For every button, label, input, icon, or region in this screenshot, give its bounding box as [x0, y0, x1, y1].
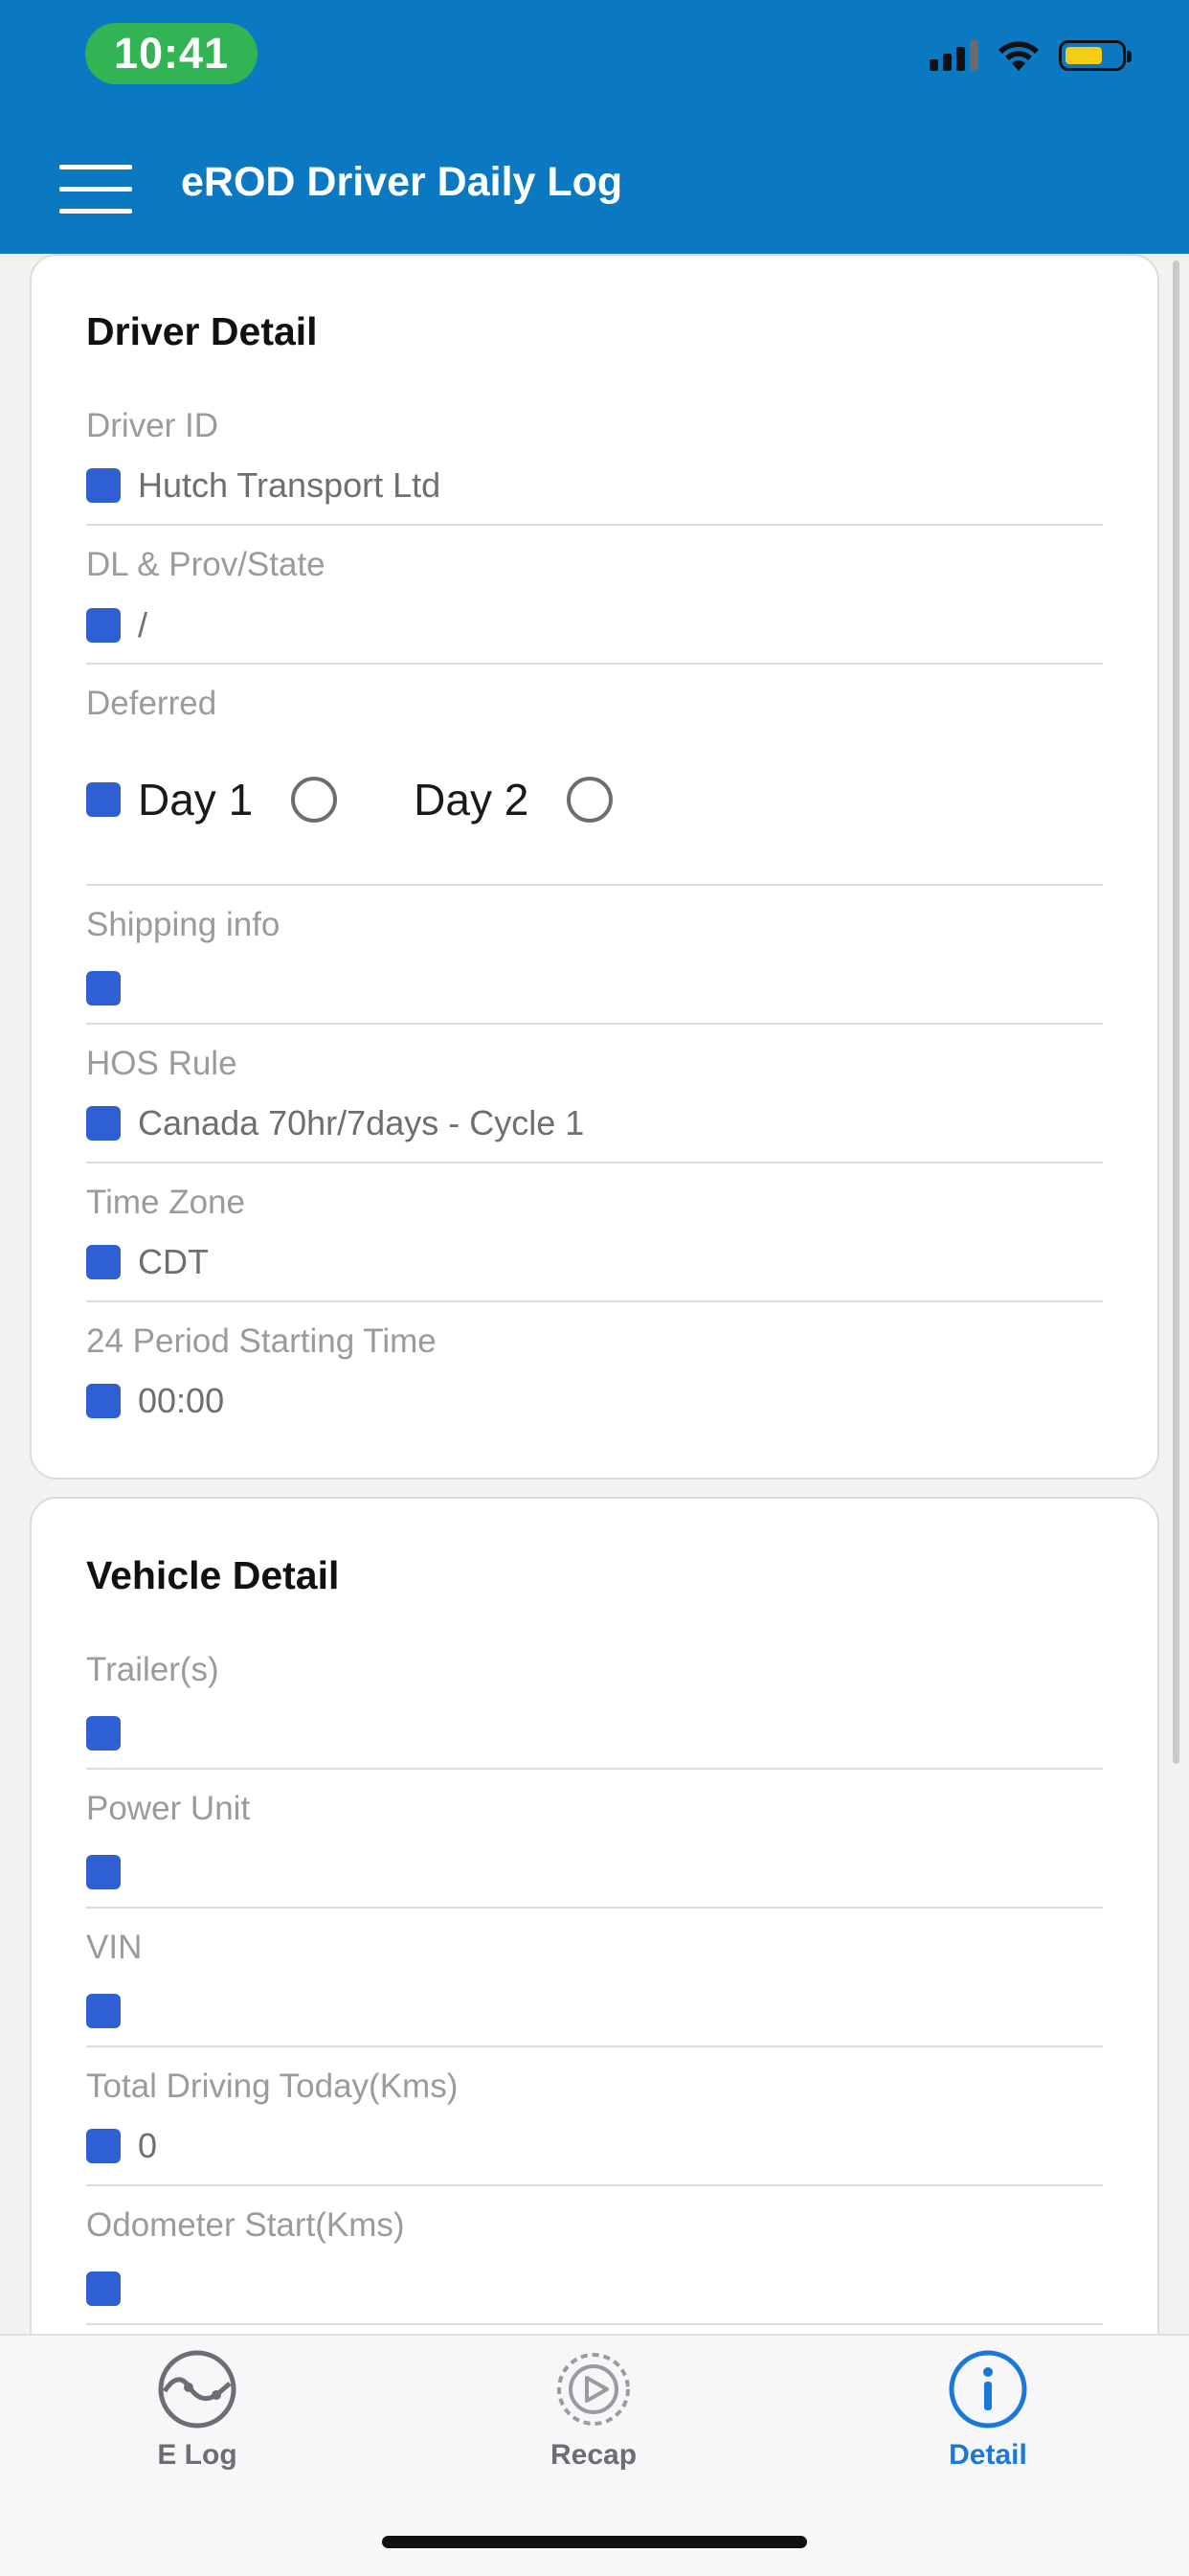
period-start-checkbox[interactable] [86, 1384, 121, 1418]
divider [86, 1162, 1103, 1164]
recap-icon [557, 2353, 630, 2426]
hos-rule-field[interactable]: Canada 70hr/7days - Cycle 1 [86, 1103, 584, 1143]
driver-id-checkbox[interactable] [86, 468, 121, 503]
total-driving-label: Total Driving Today(Kms) [86, 2068, 459, 2105]
battery-icon [1059, 40, 1132, 71]
dl-prov-state-checkbox[interactable] [86, 608, 121, 643]
wifi-icon [998, 41, 1039, 71]
hos-rule-checkbox[interactable] [86, 1106, 121, 1141]
day2-label: Day 2 [414, 775, 529, 825]
dl-prov-state-label: DL & Prov/State [86, 546, 325, 583]
time-zone-label: Time Zone [86, 1184, 245, 1221]
day1-label: Day 1 [138, 775, 254, 825]
shipping-info-field[interactable] [86, 971, 138, 1006]
deferred-checkbox[interactable] [86, 782, 121, 817]
home-indicator [382, 2536, 807, 2548]
shipping-info-checkbox[interactable] [86, 971, 121, 1006]
status-time: 10:41 [85, 23, 258, 84]
odometer-start-field[interactable] [86, 2271, 138, 2306]
period-start-field[interactable]: 00:00 [86, 1381, 224, 1421]
odometer-start-label: Odometer Start(Kms) [86, 2206, 405, 2244]
day1-radio[interactable] [291, 777, 338, 823]
tab-recap[interactable]: Recap [488, 2349, 699, 2472]
time-zone-checkbox[interactable] [86, 1245, 121, 1279]
total-driving-value: 0 [138, 2126, 158, 2165]
tab-elog-label: E Log [157, 2439, 237, 2471]
power-unit-checkbox[interactable] [86, 1855, 121, 1889]
vehicle-detail-title: Vehicle Detail [86, 1553, 340, 1597]
status-icons [930, 38, 1132, 73]
vehicle-detail-card [30, 1497, 1159, 2454]
divider [86, 1768, 1103, 1770]
tab-detail-label: Detail [949, 2439, 1027, 2471]
divider [86, 2045, 1103, 2047]
divider [86, 663, 1103, 665]
page-title: eROD Driver Daily Log [181, 159, 623, 205]
vin-checkbox[interactable] [86, 1994, 121, 2028]
divider [86, 2184, 1103, 2186]
info-icon [949, 2350, 1027, 2429]
day2-radio[interactable] [567, 777, 614, 823]
total-driving-checkbox[interactable] [86, 2129, 121, 2163]
cellular-signal-icon [930, 40, 978, 71]
deferred-options: Day 1 Day 2 [86, 774, 614, 825]
driver-detail-title: Driver Detail [86, 309, 318, 353]
vin-field[interactable] [86, 1994, 138, 2028]
power-unit-field[interactable] [86, 1855, 138, 1889]
vin-label: VIN [86, 1929, 143, 1966]
shipping-info-label: Shipping info [86, 906, 280, 943]
hos-rule-value: Canada 70hr/7days - Cycle 1 [138, 1103, 585, 1142]
time-zone-field[interactable]: CDT [86, 1242, 209, 1282]
trailers-checkbox[interactable] [86, 1716, 121, 1751]
app-header: 10:41 eROD Driver Daily Log [0, 0, 1189, 254]
power-unit-label: Power Unit [86, 1790, 251, 1827]
divider [86, 1300, 1103, 1302]
dl-prov-state-value: / [138, 605, 148, 644]
odometer-start-checkbox[interactable] [86, 2271, 121, 2306]
elog-icon [158, 2350, 236, 2429]
divider [86, 2323, 1103, 2325]
driver-id-label: Driver ID [86, 407, 219, 444]
divider [86, 1023, 1103, 1025]
period-start-value: 00:00 [138, 1381, 225, 1420]
divider [86, 884, 1103, 886]
trailers-label: Trailer(s) [86, 1651, 219, 1688]
driver-id-value: Hutch Transport Ltd [138, 465, 441, 505]
hos-rule-label: HOS Rule [86, 1045, 237, 1082]
dl-prov-state-field[interactable]: / [86, 605, 147, 645]
tab-elog[interactable]: E Log [92, 2349, 303, 2472]
scrollbar[interactable] [1173, 260, 1179, 1764]
tab-detail[interactable]: Detail [883, 2349, 1093, 2472]
deferred-label: Deferred [86, 685, 217, 722]
time-zone-value: CDT [138, 1242, 209, 1281]
period-start-label: 24 Period Starting Time [86, 1322, 437, 1360]
trailers-field[interactable] [86, 1716, 138, 1751]
tab-recap-label: Recap [550, 2439, 638, 2471]
divider [86, 524, 1103, 526]
hamburger-menu-icon[interactable] [59, 165, 132, 215]
driver-id-field[interactable]: Hutch Transport Ltd [86, 465, 440, 506]
divider [86, 1907, 1103, 1909]
total-driving-field[interactable]: 0 [86, 2126, 157, 2166]
